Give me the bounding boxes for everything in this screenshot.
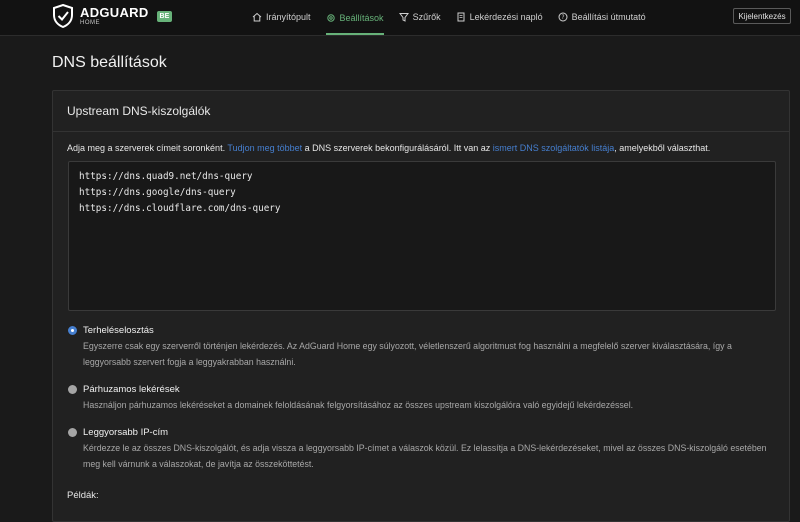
option-label: Párhuzamos lekérések (83, 384, 180, 395)
desc-text-1: Adja meg a szerverek címeit soronként. (67, 143, 228, 153)
option-label: Leggyorsabb IP-cím (83, 427, 169, 438)
nav-query-log-label: Lekérdezési napló (469, 11, 543, 22)
beta-badge: BE (156, 10, 173, 22)
home-icon (252, 12, 262, 22)
examples-heading: Példák: (67, 490, 99, 501)
option-description: Használjon párhuzamos lekéréseket a doma… (83, 400, 634, 410)
nav-filters-label: Szűrők (412, 11, 441, 22)
nav-filters[interactable]: Szűrők (398, 0, 441, 33)
main-nav: Irányítópult Beállítások Szűrők Lekérdez… (252, 0, 661, 35)
desc-text-3: , amelyekből választhat. (614, 143, 711, 153)
settings-icon (326, 13, 336, 23)
card-title: Upstream DNS-kiszolgálók (53, 91, 789, 132)
top-navbar: ADGUARD HOME BE Irányítópult Beállítások… (0, 0, 800, 36)
nav-setup-guide[interactable]: ? Beállítási útmutató (558, 0, 646, 33)
learn-more-link[interactable]: Tudjon meg többet (227, 143, 302, 153)
option-parallel-requests[interactable]: Párhuzamos lekérések Használjon párhuzam… (68, 384, 778, 413)
option-fastest-ip[interactable]: Leggyorsabb IP-cím Kérdezze le az összes… (68, 427, 778, 472)
option-description: Kérdezze le az összes DNS-kiszolgálót, é… (83, 443, 767, 469)
logo-subtitle: HOME (80, 20, 100, 26)
help-icon: ? (558, 12, 568, 22)
logout-button[interactable]: Kijelentkezés (733, 8, 791, 24)
fastest-ip-radio[interactable] (68, 428, 77, 437)
desc-text-2: a DNS szerverek bekonfigurálásáról. Itt … (302, 143, 493, 153)
nav-dashboard[interactable]: Irányítópult (252, 0, 311, 33)
option-load-balancing[interactable]: Terheléselosztás Egyszerre csak egy szer… (68, 325, 778, 370)
adguard-logo[interactable]: ADGUARD HOME BE (52, 4, 173, 28)
nav-settings-label: Beállítások (339, 12, 384, 23)
logo-title: ADGUARD (80, 5, 149, 20)
option-label: Terheléselosztás (83, 325, 154, 336)
dns-providers-link[interactable]: ismert DNS szolgáltatók listája (493, 143, 615, 153)
nav-dashboard-label: Irányítópult (266, 11, 311, 22)
load-balancing-radio[interactable] (68, 326, 77, 335)
upstream-dns-card: Upstream DNS-kiszolgálók Adja meg a szer… (52, 90, 790, 522)
nav-setup-guide-label: Beállítási útmutató (571, 11, 646, 22)
upstream-description: Adja meg a szerverek címeit soronként. T… (67, 143, 710, 153)
log-icon (456, 12, 466, 22)
nav-settings[interactable]: Beállítások (325, 0, 384, 35)
option-description: Egyszerre csak egy szerverről történjen … (83, 341, 732, 367)
page-title: DNS beállítások (52, 54, 167, 71)
filter-icon (398, 12, 409, 22)
nav-query-log[interactable]: Lekérdezési napló (456, 0, 543, 33)
upstream-servers-textarea[interactable] (68, 161, 776, 311)
svg-text:?: ? (561, 14, 564, 21)
shield-logo-icon (53, 4, 73, 28)
parallel-requests-radio[interactable] (68, 385, 77, 394)
